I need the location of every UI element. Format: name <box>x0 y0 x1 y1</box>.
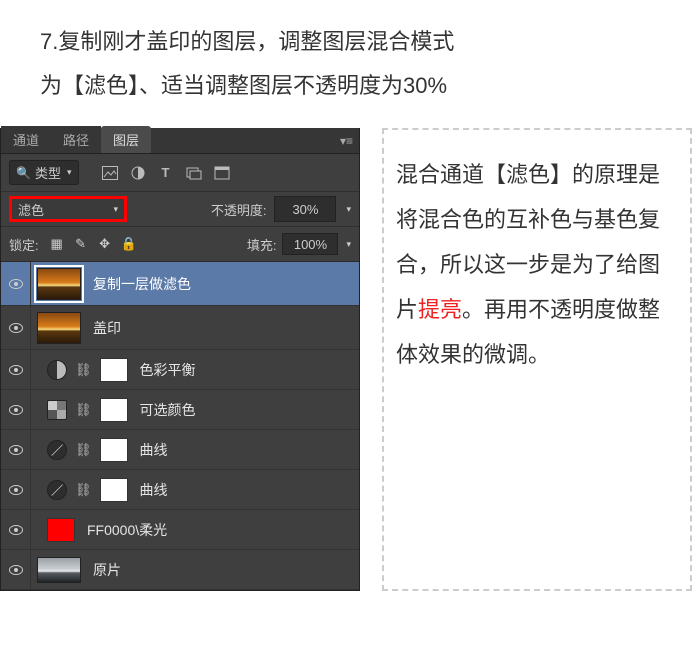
layer-row[interactable]: 复制一层做滤色 <box>1 262 359 306</box>
visibility-icon[interactable] <box>9 323 23 333</box>
visibility-icon[interactable] <box>9 485 23 495</box>
link-icon[interactable]: ⛓ <box>75 442 92 458</box>
visibility-icon[interactable] <box>9 565 23 575</box>
lock-all-icon[interactable]: 🔒 <box>121 236 137 252</box>
visibility-icon[interactable] <box>9 445 23 455</box>
blend-mode-select[interactable]: 滤色 ▾ <box>9 196 127 222</box>
panel-tabs: 通道 路径 图层 ▾≡ <box>1 128 359 154</box>
layer-thumbnail[interactable] <box>37 268 81 300</box>
layer-name[interactable]: 原片 <box>93 560 121 580</box>
mask-thumbnail[interactable] <box>100 398 128 422</box>
layer-kind-select[interactable]: 🔍 类型 ▾ <box>9 160 79 185</box>
filter-text-icon[interactable]: T <box>157 165 175 181</box>
layer-name[interactable]: 曲线 <box>140 480 168 500</box>
layer-row[interactable]: 盖印 <box>1 306 359 350</box>
lock-paint-icon[interactable]: ✎ <box>73 236 89 252</box>
lock-transparency-icon[interactable]: ▦ <box>49 236 65 252</box>
lock-row: 锁定: ▦ ✎ ✥ 🔒 填充: 100% ▾ <box>1 227 359 262</box>
adjustment-icon[interactable] <box>47 480 67 500</box>
filter-row: 🔍 类型 ▾ T <box>1 154 359 192</box>
opacity-input[interactable]: 30% <box>274 196 336 222</box>
layer-thumbnail[interactable] <box>37 312 81 344</box>
layer-row[interactable]: FF0000\柔光 <box>1 510 359 550</box>
filter-image-icon[interactable] <box>101 165 119 181</box>
filter-shape-icon[interactable] <box>185 165 203 181</box>
tab-channels[interactable]: 通道 <box>1 126 51 153</box>
blend-mode-value: 滤色 <box>18 200 44 219</box>
layer-name[interactable]: 盖印 <box>93 318 121 338</box>
layer-row[interactable]: ⛓ 曲线 <box>1 430 359 470</box>
visibility-icon[interactable] <box>9 279 23 289</box>
layer-row[interactable]: 原片 <box>1 550 359 590</box>
filter-adjust-icon[interactable] <box>129 165 147 181</box>
mask-thumbnail[interactable] <box>100 438 128 462</box>
tab-paths[interactable]: 路径 <box>51 126 101 153</box>
instruction-line1: 7.复制刚才盖印的图层，调整图层混合模式 <box>40 29 454 54</box>
search-icon: 🔍 <box>16 166 31 180</box>
fill-label: 填充: <box>247 235 277 254</box>
layer-row[interactable]: ⛓ 色彩平衡 <box>1 350 359 390</box>
mask-thumbnail[interactable] <box>100 478 128 502</box>
chevron-down-icon[interactable]: ▾ <box>346 204 351 215</box>
step-instruction: 7.复制刚才盖印的图层，调整图层混合模式 为【滤色】、适当调整图层不透明度为30… <box>0 0 700 118</box>
layer-row[interactable]: ⛓ 曲线 <box>1 470 359 510</box>
fill-value: 100% <box>294 237 327 252</box>
adjustment-icon[interactable] <box>47 440 67 460</box>
layers-panel: 通道 路径 图层 ▾≡ 🔍 类型 ▾ T <box>0 128 360 591</box>
link-icon[interactable]: ⛓ <box>75 402 92 418</box>
link-icon[interactable]: ⛓ <box>75 362 92 378</box>
layer-name[interactable]: 复制一层做滤色 <box>93 274 191 294</box>
blend-row: 滤色 ▾ 不透明度: 30% ▾ <box>1 192 359 227</box>
lock-position-icon[interactable]: ✥ <box>97 236 113 252</box>
filter-smart-icon[interactable] <box>213 165 231 181</box>
mask-thumbnail[interactable] <box>100 358 128 382</box>
kind-label: 类型 <box>35 163 61 182</box>
visibility-icon[interactable] <box>9 525 23 535</box>
fill-thumbnail[interactable] <box>47 518 75 542</box>
layer-name[interactable]: 色彩平衡 <box>140 360 196 380</box>
explanation-highlight: 提亮 <box>418 297 462 322</box>
chevron-down-icon[interactable]: ▾ <box>346 239 351 250</box>
layer-name[interactable]: FF0000\柔光 <box>87 520 167 540</box>
layer-name[interactable]: 曲线 <box>140 440 168 460</box>
tab-layers[interactable]: 图层 <box>101 126 151 153</box>
instruction-line2: 为【滤色】、适当调整图层不透明度为30% <box>40 73 447 98</box>
layers-list: 复制一层做滤色 盖印 ⛓ 色彩平衡 ⛓ <box>1 262 359 590</box>
link-icon[interactable]: ⛓ <box>75 482 92 498</box>
layer-thumbnail[interactable] <box>37 557 81 583</box>
layer-row[interactable]: ⛓ 可选颜色 <box>1 390 359 430</box>
fill-input[interactable]: 100% <box>282 233 338 255</box>
explanation-box: 混合通道【滤色】的原理是将混合色的互补色与基色复合，所以这一步是为了给图片提亮。… <box>382 128 692 591</box>
visibility-icon[interactable] <box>9 365 23 375</box>
panel-menu-icon[interactable]: ▾≡ <box>340 134 353 148</box>
chevron-down-icon: ▾ <box>113 204 118 215</box>
chevron-down-icon: ▾ <box>67 167 72 178</box>
visibility-icon[interactable] <box>9 405 23 415</box>
adjustment-icon[interactable] <box>47 360 67 380</box>
opacity-label: 不透明度: <box>211 200 267 219</box>
opacity-value: 30% <box>292 202 318 217</box>
adjustment-icon[interactable] <box>47 400 67 420</box>
lock-label: 锁定: <box>9 235 39 254</box>
layer-name[interactable]: 可选颜色 <box>140 400 196 420</box>
